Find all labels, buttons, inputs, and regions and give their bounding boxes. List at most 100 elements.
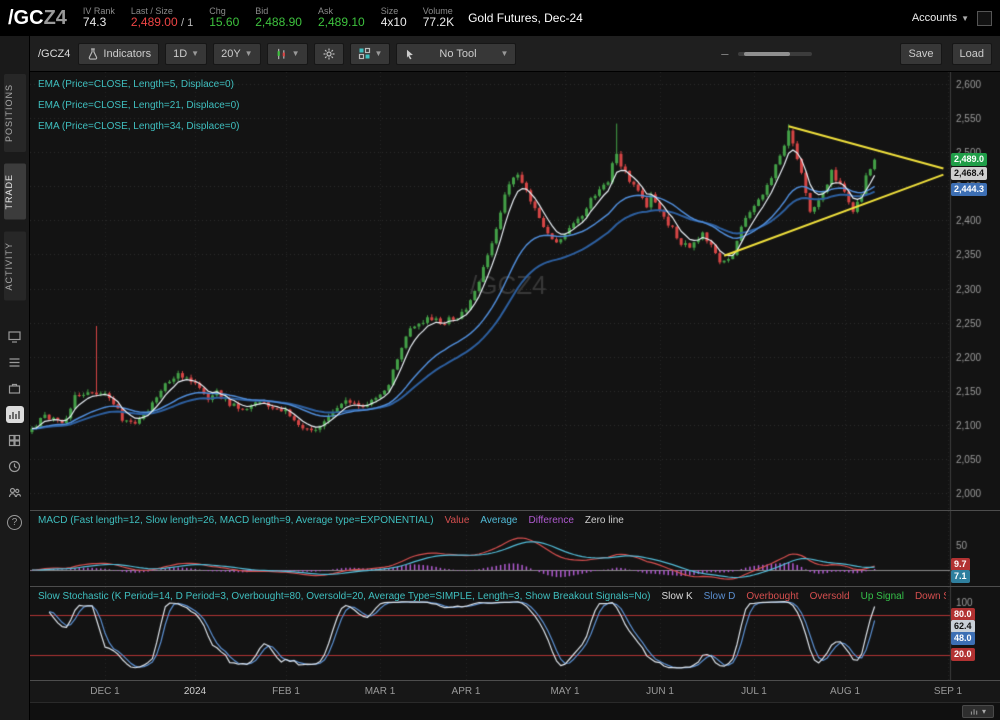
chevron-down-icon: ▼ [501, 49, 509, 58]
macd-zeroline-label: Zero line [585, 515, 624, 526]
chevron-down-icon: ▼ [191, 49, 199, 58]
slow-d-label: Slow D [704, 591, 736, 602]
help-icon[interactable]: ? [7, 515, 22, 530]
ask-field: Ask 2,489.10 [318, 6, 365, 30]
left-sidebar: POSITIONS TRADE ACTIVITY ? [0, 36, 30, 720]
overbought-label: Overbought [746, 591, 798, 602]
macd-difference-label: Difference [529, 515, 574, 526]
history-icon[interactable] [6, 458, 24, 475]
time-axis-label: SEP 1 [934, 686, 962, 697]
size-field: Size 4x10 [381, 6, 407, 30]
candle-style-icon [275, 47, 288, 61]
chart-style-dropdown[interactable]: ▼ [267, 43, 308, 65]
stochastic-panel: Slow Stochastic (K Period=14, D Period=3… [30, 586, 1000, 680]
stoch-title[interactable]: Slow Stochastic (K Period=14, D Period=3… [38, 591, 651, 602]
ask-value: 2,489.10 [318, 16, 365, 30]
zoom-slider-fill [744, 52, 790, 56]
macd-average-label: Average [480, 515, 517, 526]
chevron-down-icon: ▼ [375, 49, 383, 58]
community-icon[interactable] [6, 484, 24, 501]
price-chart-canvas[interactable] [30, 72, 1000, 510]
gear-icon [322, 47, 336, 61]
trading-app: /GCZ4 IV Rank 74.3 Last / Size 2,489.00 … [0, 0, 1000, 720]
chart-gadget: /GCZ4 Indicators 1D▼ 20Y▼ ▼ ▼ [30, 36, 1000, 720]
chevron-down-icon: ▼ [245, 49, 253, 58]
ema-5-legend[interactable]: EMA (Price=CLOSE, Length=5, Displace=0) [38, 74, 240, 95]
timeframe-dropdown[interactable]: 1D▼ [165, 43, 207, 65]
time-axis-label: 2024 [184, 686, 206, 697]
time-axis-label: MAR 1 [365, 686, 396, 697]
chart-settings-button[interactable] [314, 43, 344, 65]
bid-value: 2,488.90 [255, 16, 302, 30]
apps-grid-icon[interactable] [6, 432, 24, 449]
zoom-slider[interactable] [738, 52, 812, 56]
axis-value-bubble: 2,489.0 [951, 153, 987, 166]
time-axis[interactable]: DEC 1 2024 FEB 1 MAR 1 APR 1 MAY 1 JUN 1 JUL 1 A… [30, 680, 1000, 702]
zoom-out-button[interactable]: – [721, 46, 728, 61]
axis-value-bubble: 2,468.4 [951, 167, 987, 180]
cursor-icon [404, 48, 415, 60]
symbol-suffix: Z4 [44, 7, 67, 29]
chart-toolbar: /GCZ4 Indicators 1D▼ 20Y▼ ▼ ▼ [30, 36, 1000, 72]
bid-field: Bid 2,488.90 [255, 6, 302, 30]
time-axis-label: MAY 1 [550, 686, 579, 697]
time-axis-label: DEC 1 [90, 686, 119, 697]
chart-area: EMA (Price=CLOSE, Length=5, Displace=0) … [30, 72, 1000, 680]
macd-title[interactable]: MACD (Fast length=12, Slow length=26, MA… [38, 515, 434, 526]
macd-value-label: Value [445, 515, 470, 526]
sidebar-tab-activity[interactable]: ACTIVITY [4, 232, 26, 301]
macd-legend: MACD (Fast length=12, Slow length=26, MA… [38, 515, 946, 526]
chevron-down-icon: ▾ [982, 707, 986, 716]
chevron-down-icon: ▼ [961, 14, 969, 23]
bottom-strip: ▾ [30, 702, 1000, 720]
list-icon[interactable] [6, 354, 24, 371]
last-price-value: 2,489.00 [131, 15, 178, 29]
sidebar-tab-positions[interactable]: POSITIONS [4, 74, 26, 152]
change-field: Chg 15.60 [209, 6, 239, 30]
down-signal-label: Down Signal [915, 591, 946, 602]
up-signal-label: Up Signal [861, 591, 904, 602]
ema-21-legend[interactable]: EMA (Price=CLOSE, Length=21, Displace=0) [38, 95, 240, 116]
time-axis-label: JUL 1 [741, 686, 767, 697]
iv-rank-field: IV Rank 74.3 [83, 6, 115, 30]
range-dropdown[interactable]: 20Y▼ [213, 43, 261, 65]
last-size-value: / 1 [181, 17, 193, 29]
price-panel: EMA (Price=CLOSE, Length=5, Displace=0) … [30, 72, 1000, 510]
save-button[interactable]: Save [900, 43, 941, 65]
macd-panel: MACD (Fast length=12, Slow length=26, MA… [30, 510, 1000, 586]
volume-value: 77.2K [423, 16, 454, 30]
time-axis-label: JUN 1 [646, 686, 674, 697]
monitor-icon[interactable] [6, 328, 24, 345]
axis-value-bubble: 48.0 [951, 632, 975, 645]
ema-legend: EMA (Price=CLOSE, Length=5, Displace=0) … [38, 74, 240, 137]
axis-value-bubble: 7.1 [951, 570, 970, 583]
indicators-button[interactable]: Indicators [78, 43, 159, 65]
mini-chart-dropdown[interactable]: ▾ [962, 705, 994, 718]
slow-k-label: Slow K [662, 591, 693, 602]
axis-value-bubble: 2,444.3 [951, 183, 987, 196]
quote-bar: /GCZ4 IV Rank 74.3 Last / Size 2,489.00 … [0, 0, 1000, 36]
pattern-dropdown[interactable]: ▼ [350, 43, 391, 65]
drawing-tool-dropdown[interactable]: No Tool ▼ [396, 43, 516, 65]
flask-icon [86, 47, 99, 61]
time-axis-label: FEB 1 [272, 686, 300, 697]
chart-icon[interactable] [6, 406, 24, 423]
load-button[interactable]: Load [952, 43, 992, 65]
time-axis-label: AUG 1 [830, 686, 860, 697]
symbol-title: /GCZ4 [8, 7, 67, 30]
axis-value-bubble: 20.0 [951, 648, 975, 661]
change-value: 15.60 [209, 16, 239, 30]
sidebar-tab-trade[interactable]: TRADE [4, 164, 26, 220]
account-menu-icon[interactable] [977, 11, 992, 26]
ema-34-legend[interactable]: EMA (Price=CLOSE, Length=34, Displace=0) [38, 116, 240, 137]
orders-icon[interactable] [6, 380, 24, 397]
accounts-dropdown[interactable]: Accounts▼ [912, 12, 969, 24]
pattern-grid-icon [358, 47, 371, 60]
time-axis-label: APR 1 [452, 686, 481, 697]
chart-symbol-label: /GCZ4 [38, 48, 70, 60]
iv-rank-value: 74.3 [83, 16, 115, 30]
oversold-label: Oversold [810, 591, 850, 602]
chevron-down-icon: ▼ [292, 49, 300, 58]
last-size-field: Last / Size 2,489.00 / 1 [131, 6, 193, 30]
volume-field: Volume 77.2K [423, 6, 454, 30]
